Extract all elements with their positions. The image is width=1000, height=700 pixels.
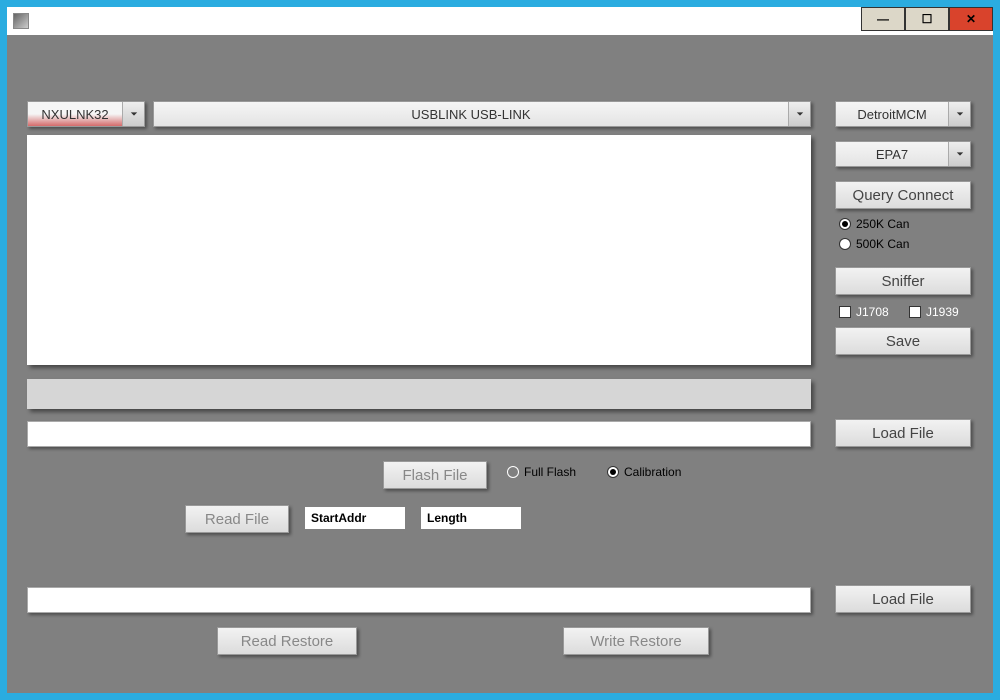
- radio-icon: [839, 238, 851, 250]
- can500-label: 500K Can: [856, 237, 909, 251]
- log-textarea[interactable]: [27, 135, 811, 365]
- close-button[interactable]: ✕: [949, 7, 993, 31]
- radio-icon: [507, 466, 519, 478]
- read-restore-label: Read Restore: [241, 633, 334, 650]
- can250-label: 250K Can: [856, 217, 909, 231]
- query-connect-button[interactable]: Query Connect: [835, 181, 971, 209]
- maximize-icon: ☐: [922, 12, 933, 26]
- start-addr-input[interactable]: StartAddr: [305, 507, 405, 529]
- can500-radio[interactable]: 500K Can: [839, 237, 909, 251]
- chevron-down-icon: [122, 102, 144, 126]
- adapter-dropdown[interactable]: NXULNK32: [27, 101, 145, 127]
- device-dropdown[interactable]: USBLINK USB-LINK: [153, 101, 811, 127]
- app-icon: [13, 13, 29, 29]
- read-file-label: Read File: [205, 511, 269, 528]
- save-button[interactable]: Save: [835, 327, 971, 355]
- file-path-input[interactable]: [27, 421, 811, 447]
- j1708-label: J1708: [856, 305, 889, 319]
- minimize-icon: —: [877, 12, 889, 26]
- load-file-label: Load File: [872, 425, 934, 442]
- query-connect-label: Query Connect: [853, 187, 954, 204]
- read-restore-button[interactable]: Read Restore: [217, 627, 357, 655]
- minimize-button[interactable]: —: [861, 7, 905, 31]
- restore-path-input[interactable]: [27, 587, 811, 613]
- sniffer-button[interactable]: Sniffer: [835, 267, 971, 295]
- maximize-button[interactable]: ☐: [905, 7, 949, 31]
- j1939-label: J1939: [926, 305, 959, 319]
- progress-bar: [27, 379, 811, 409]
- adapter-value: NXULNK32: [28, 107, 122, 122]
- app-window: — ☐ ✕ NXULNK32 USBLINK USB-LINK DetroitM…: [6, 6, 994, 694]
- client-area: NXULNK32 USBLINK USB-LINK DetroitMCM EPA…: [7, 35, 993, 693]
- start-addr-label: StartAddr: [311, 511, 366, 525]
- window-controls: — ☐ ✕: [861, 7, 993, 31]
- full-flash-label: Full Flash: [524, 465, 576, 479]
- checkbox-icon: [839, 306, 851, 318]
- load-file2-button[interactable]: Load File: [835, 585, 971, 613]
- j1939-checkbox[interactable]: J1939: [909, 305, 959, 319]
- sniffer-label: Sniffer: [881, 273, 924, 290]
- radio-icon: [607, 466, 619, 478]
- close-icon: ✕: [966, 12, 976, 26]
- save-label: Save: [886, 333, 920, 350]
- ecu-value: DetroitMCM: [836, 107, 948, 122]
- epa-dropdown[interactable]: EPA7: [835, 141, 971, 167]
- chevron-down-icon: [948, 142, 970, 166]
- chevron-down-icon: [788, 102, 810, 126]
- length-input[interactable]: Length: [421, 507, 521, 529]
- epa-value: EPA7: [836, 147, 948, 162]
- radio-icon: [839, 218, 851, 230]
- can250-radio[interactable]: 250K Can: [839, 217, 909, 231]
- j1708-checkbox[interactable]: J1708: [839, 305, 889, 319]
- load-file-button[interactable]: Load File: [835, 419, 971, 447]
- write-restore-button[interactable]: Write Restore: [563, 627, 709, 655]
- checkbox-icon: [909, 306, 921, 318]
- flash-file-label: Flash File: [402, 467, 467, 484]
- flash-file-button[interactable]: Flash File: [383, 461, 487, 489]
- read-file-button[interactable]: Read File: [185, 505, 289, 533]
- load-file2-label: Load File: [872, 591, 934, 608]
- calibration-label: Calibration: [624, 465, 681, 479]
- chevron-down-icon: [948, 102, 970, 126]
- calibration-radio[interactable]: Calibration: [607, 465, 681, 479]
- titlebar: — ☐ ✕: [7, 7, 993, 35]
- full-flash-radio[interactable]: Full Flash: [507, 465, 576, 479]
- device-value: USBLINK USB-LINK: [154, 107, 788, 122]
- length-label: Length: [427, 511, 467, 525]
- ecu-dropdown[interactable]: DetroitMCM: [835, 101, 971, 127]
- write-restore-label: Write Restore: [590, 633, 681, 650]
